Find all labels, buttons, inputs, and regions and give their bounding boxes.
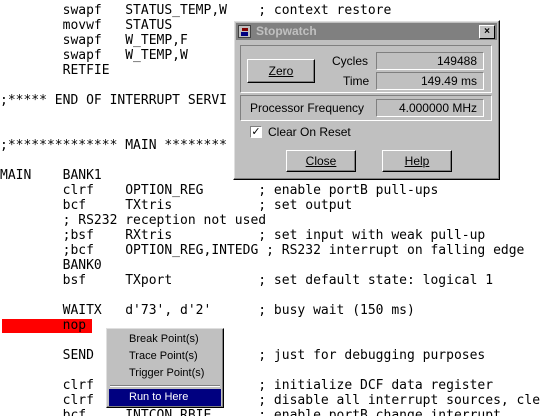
cycles-label: Cycles [332,54,369,68]
menu-separator [110,385,220,387]
cycles-field: 149488 [376,52,484,70]
frequency-label: Processor Frequency [250,101,365,115]
code-line[interactable]: ;bsf RXtris ; set input with weak pull-u… [0,228,486,244]
dialog-titlebar[interactable]: Stopwatch × [236,23,497,40]
code-line[interactable]: ;************** MAIN ******** [0,138,227,154]
stopwatch-icon [238,25,251,38]
code-line[interactable]: WAITX d'73', d'2' ; busy wait (150 ms) [0,303,415,319]
code-line[interactable]: clrf OPTION_REG ; enable portB pull-ups [0,183,439,199]
code-line[interactable]: nop [0,318,86,334]
menu-item-trace-points[interactable]: Trace Point(s) [109,348,221,365]
menu-item-trigger-points[interactable]: Trigger Point(s) [109,365,221,382]
code-line[interactable]: ;bcf OPTION_REG,INTEDG ; RS232 interrupt… [0,243,525,259]
clear-on-reset-label[interactable]: Clear On Reset [268,124,351,140]
close-icon[interactable]: × [479,25,495,39]
zero-button-label: Zero [268,64,294,78]
code-line[interactable]: clrf ; disable all interrupt sources, cl… [0,393,540,409]
code-line[interactable]: MAIN BANK1 [0,168,102,184]
code-line[interactable]: clrf ; initialize DCF data register [0,378,493,394]
zero-button[interactable]: Zero [247,59,315,83]
code-line[interactable]: bcf TXtris ; set output [0,198,353,214]
code-line[interactable]: movwf STATUS [0,18,173,34]
help-button[interactable]: Help [382,150,452,172]
frequency-field[interactable]: 4.000000 MHz [376,99,484,117]
code-line[interactable]: SEND ; just for debugging purposes [0,348,486,364]
help-button-label: Help [404,154,430,168]
stopwatch-dialog: Stopwatch × Zero Cycles 149488 Time 149.… [233,20,500,180]
code-line[interactable]: BANK0 [0,258,102,274]
close-button[interactable]: Close [286,150,356,172]
code-line[interactable]: swapf STATUS_TEMP,W ; context restore [0,3,392,19]
code-line[interactable]: swapf W_TEMP,F [0,33,188,49]
close-button-label: Close [305,154,337,168]
menu-item-run-to-here[interactable]: Run to Here [109,389,221,406]
time-field: 149.49 ms [376,72,484,90]
code-line[interactable]: ;***** END OF INTERRUPT SERVI [0,93,227,109]
code-line[interactable]: bcf INTCON,RBIE ; enable portB change in… [0,408,501,416]
time-label: Time [343,74,370,88]
code-line[interactable]: swapf W_TEMP,W [0,48,188,64]
context-menu: Break Point(s) Trace Point(s) Trigger Po… [106,328,224,408]
code-line[interactable]: ; RS232 reception not used [0,213,267,229]
clear-on-reset-checkbox[interactable]: ✓ [250,126,262,138]
menu-item-break-points[interactable]: Break Point(s) [109,331,221,348]
code-line[interactable]: bsf TXport ; set default state: logical … [0,273,493,289]
dialog-title: Stopwatch [256,24,317,38]
